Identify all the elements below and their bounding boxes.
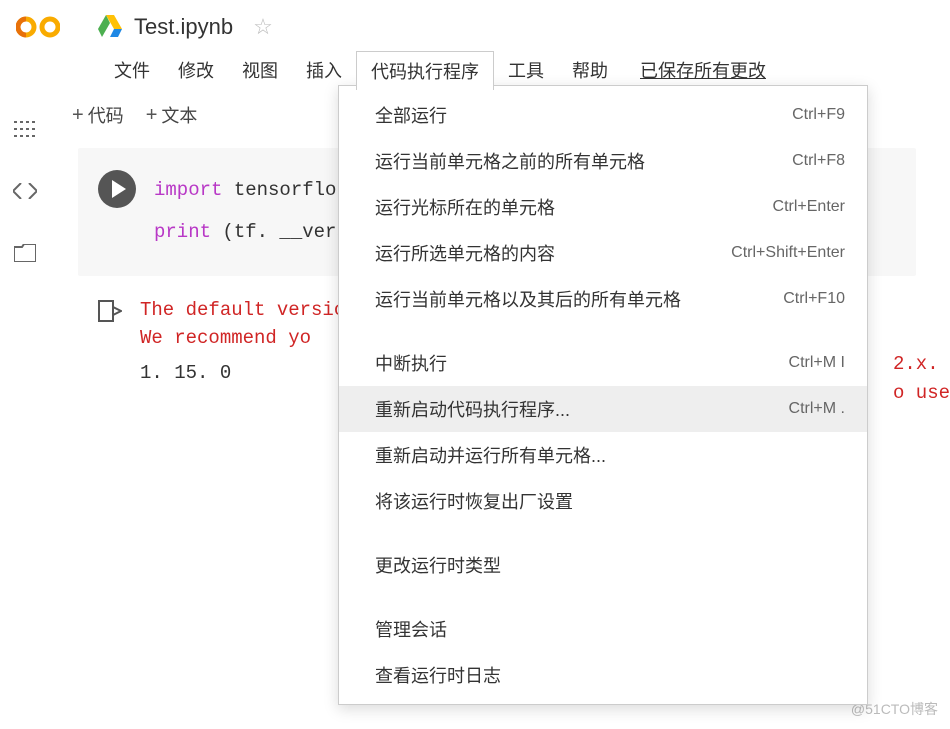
code-text: tensorflo <box>222 179 336 201</box>
dd-label: 全部运行 <box>375 102 447 128</box>
dropdown-item-interrupt[interactable]: 中断执行 Ctrl+M I <box>339 340 867 386</box>
dropdown-item-runtime-logs[interactable]: 查看运行时日志 <box>339 652 867 698</box>
menu-insert[interactable]: 插入 <box>292 51 356 89</box>
plus-icon: + <box>72 104 84 127</box>
dd-label: 运行所选单元格的内容 <box>375 240 555 266</box>
dd-shortcut: Ctrl+M I <box>789 354 845 372</box>
runtime-dropdown: 全部运行 Ctrl+F9 运行当前单元格之前的所有单元格 Ctrl+F8 运行光… <box>338 85 868 705</box>
dd-shortcut: Ctrl+F8 <box>792 152 845 170</box>
left-sidebar <box>0 90 50 267</box>
save-status[interactable]: 已保存所有更改 <box>640 57 766 83</box>
dd-label: 更改运行时类型 <box>375 552 501 578</box>
dropdown-separator <box>339 588 867 606</box>
play-icon <box>112 180 126 198</box>
output-icon[interactable] <box>98 300 122 327</box>
add-code-button[interactable]: + 代码 <box>72 102 124 128</box>
code-text: (tf. __vers <box>211 221 348 243</box>
colab-logo-icon <box>16 12 60 42</box>
dd-shortcut: Ctrl+Enter <box>773 198 845 216</box>
dropdown-separator <box>339 524 867 542</box>
folder-icon[interactable] <box>14 244 36 267</box>
dropdown-item-manage-sessions[interactable]: 管理会话 <box>339 606 867 652</box>
add-text-label: 文本 <box>161 102 197 128</box>
dd-label: 查看运行时日志 <box>375 662 501 688</box>
output-fragment: 2.x. o use <box>893 350 950 407</box>
code-keyword: print <box>154 221 211 243</box>
menu-edit[interactable]: 修改 <box>164 51 228 89</box>
dd-label: 管理会话 <box>375 616 447 642</box>
output-warning: We recommend yo <box>140 324 357 353</box>
code-icon[interactable] <box>13 183 37 204</box>
code-keyword: import <box>154 179 222 201</box>
dropdown-separator <box>339 322 867 340</box>
dropdown-item-run-selection[interactable]: 运行所选单元格的内容 Ctrl+Shift+Enter <box>339 230 867 276</box>
star-icon[interactable]: ☆ <box>253 14 273 40</box>
menu-help[interactable]: 帮助 <box>558 51 622 89</box>
header: Test.ipynb ☆ <box>0 0 950 50</box>
menu-view[interactable]: 视图 <box>228 51 292 89</box>
dropdown-item-run-focused[interactable]: 运行光标所在的单元格 Ctrl+Enter <box>339 184 867 230</box>
notebook-title[interactable]: Test.ipynb <box>134 14 233 40</box>
add-text-button[interactable]: + 文本 <box>146 102 198 128</box>
dd-label: 重新启动代码执行程序... <box>375 396 570 422</box>
dropdown-item-run-before[interactable]: 运行当前单元格之前的所有单元格 Ctrl+F8 <box>339 138 867 184</box>
dd-label: 运行光标所在的单元格 <box>375 194 555 220</box>
dropdown-item-restart[interactable]: 重新启动代码执行程序... Ctrl+M . <box>339 386 867 432</box>
output-text: The default version We recommend yo 1. 1… <box>140 296 357 388</box>
dd-label: 重新启动并运行所有单元格... <box>375 442 606 468</box>
dropdown-item-factory-reset[interactable]: 将该运行时恢复出厂设置 <box>339 478 867 524</box>
dd-shortcut: Ctrl+M . <box>789 400 845 418</box>
dropdown-item-change-runtime[interactable]: 更改运行时类型 <box>339 542 867 588</box>
dropdown-item-run-after[interactable]: 运行当前单元格以及其后的所有单元格 Ctrl+F10 <box>339 276 867 322</box>
run-cell-button[interactable] <box>98 170 136 208</box>
dropdown-item-run-all[interactable]: 全部运行 Ctrl+F9 <box>339 92 867 138</box>
menubar: 文件 修改 视图 插入 代码执行程序 工具 帮助 已保存所有更改 <box>0 50 950 90</box>
dd-shortcut: Ctrl+F10 <box>783 290 845 308</box>
dd-label: 将该运行时恢复出厂设置 <box>375 488 573 514</box>
menu-tools[interactable]: 工具 <box>494 51 558 89</box>
plus-icon: + <box>146 104 158 127</box>
output-version: 1. 15. 0 <box>140 359 357 388</box>
dd-label: 中断执行 <box>375 350 447 376</box>
dd-shortcut: Ctrl+Shift+Enter <box>731 244 845 262</box>
dd-shortcut: Ctrl+F9 <box>792 106 845 124</box>
drive-icon <box>98 15 122 39</box>
output-warning: The default version <box>140 296 357 325</box>
dd-label: 运行当前单元格以及其后的所有单元格 <box>375 286 681 312</box>
dd-label: 运行当前单元格之前的所有单元格 <box>375 148 645 174</box>
toc-icon[interactable] <box>14 120 36 143</box>
menu-file[interactable]: 文件 <box>100 51 164 89</box>
code-editor[interactable]: import tensorflo print (tf. __vers <box>154 170 348 254</box>
menu-runtime[interactable]: 代码执行程序 <box>356 51 494 90</box>
dropdown-item-restart-run-all[interactable]: 重新启动并运行所有单元格... <box>339 432 867 478</box>
add-code-label: 代码 <box>88 102 124 128</box>
